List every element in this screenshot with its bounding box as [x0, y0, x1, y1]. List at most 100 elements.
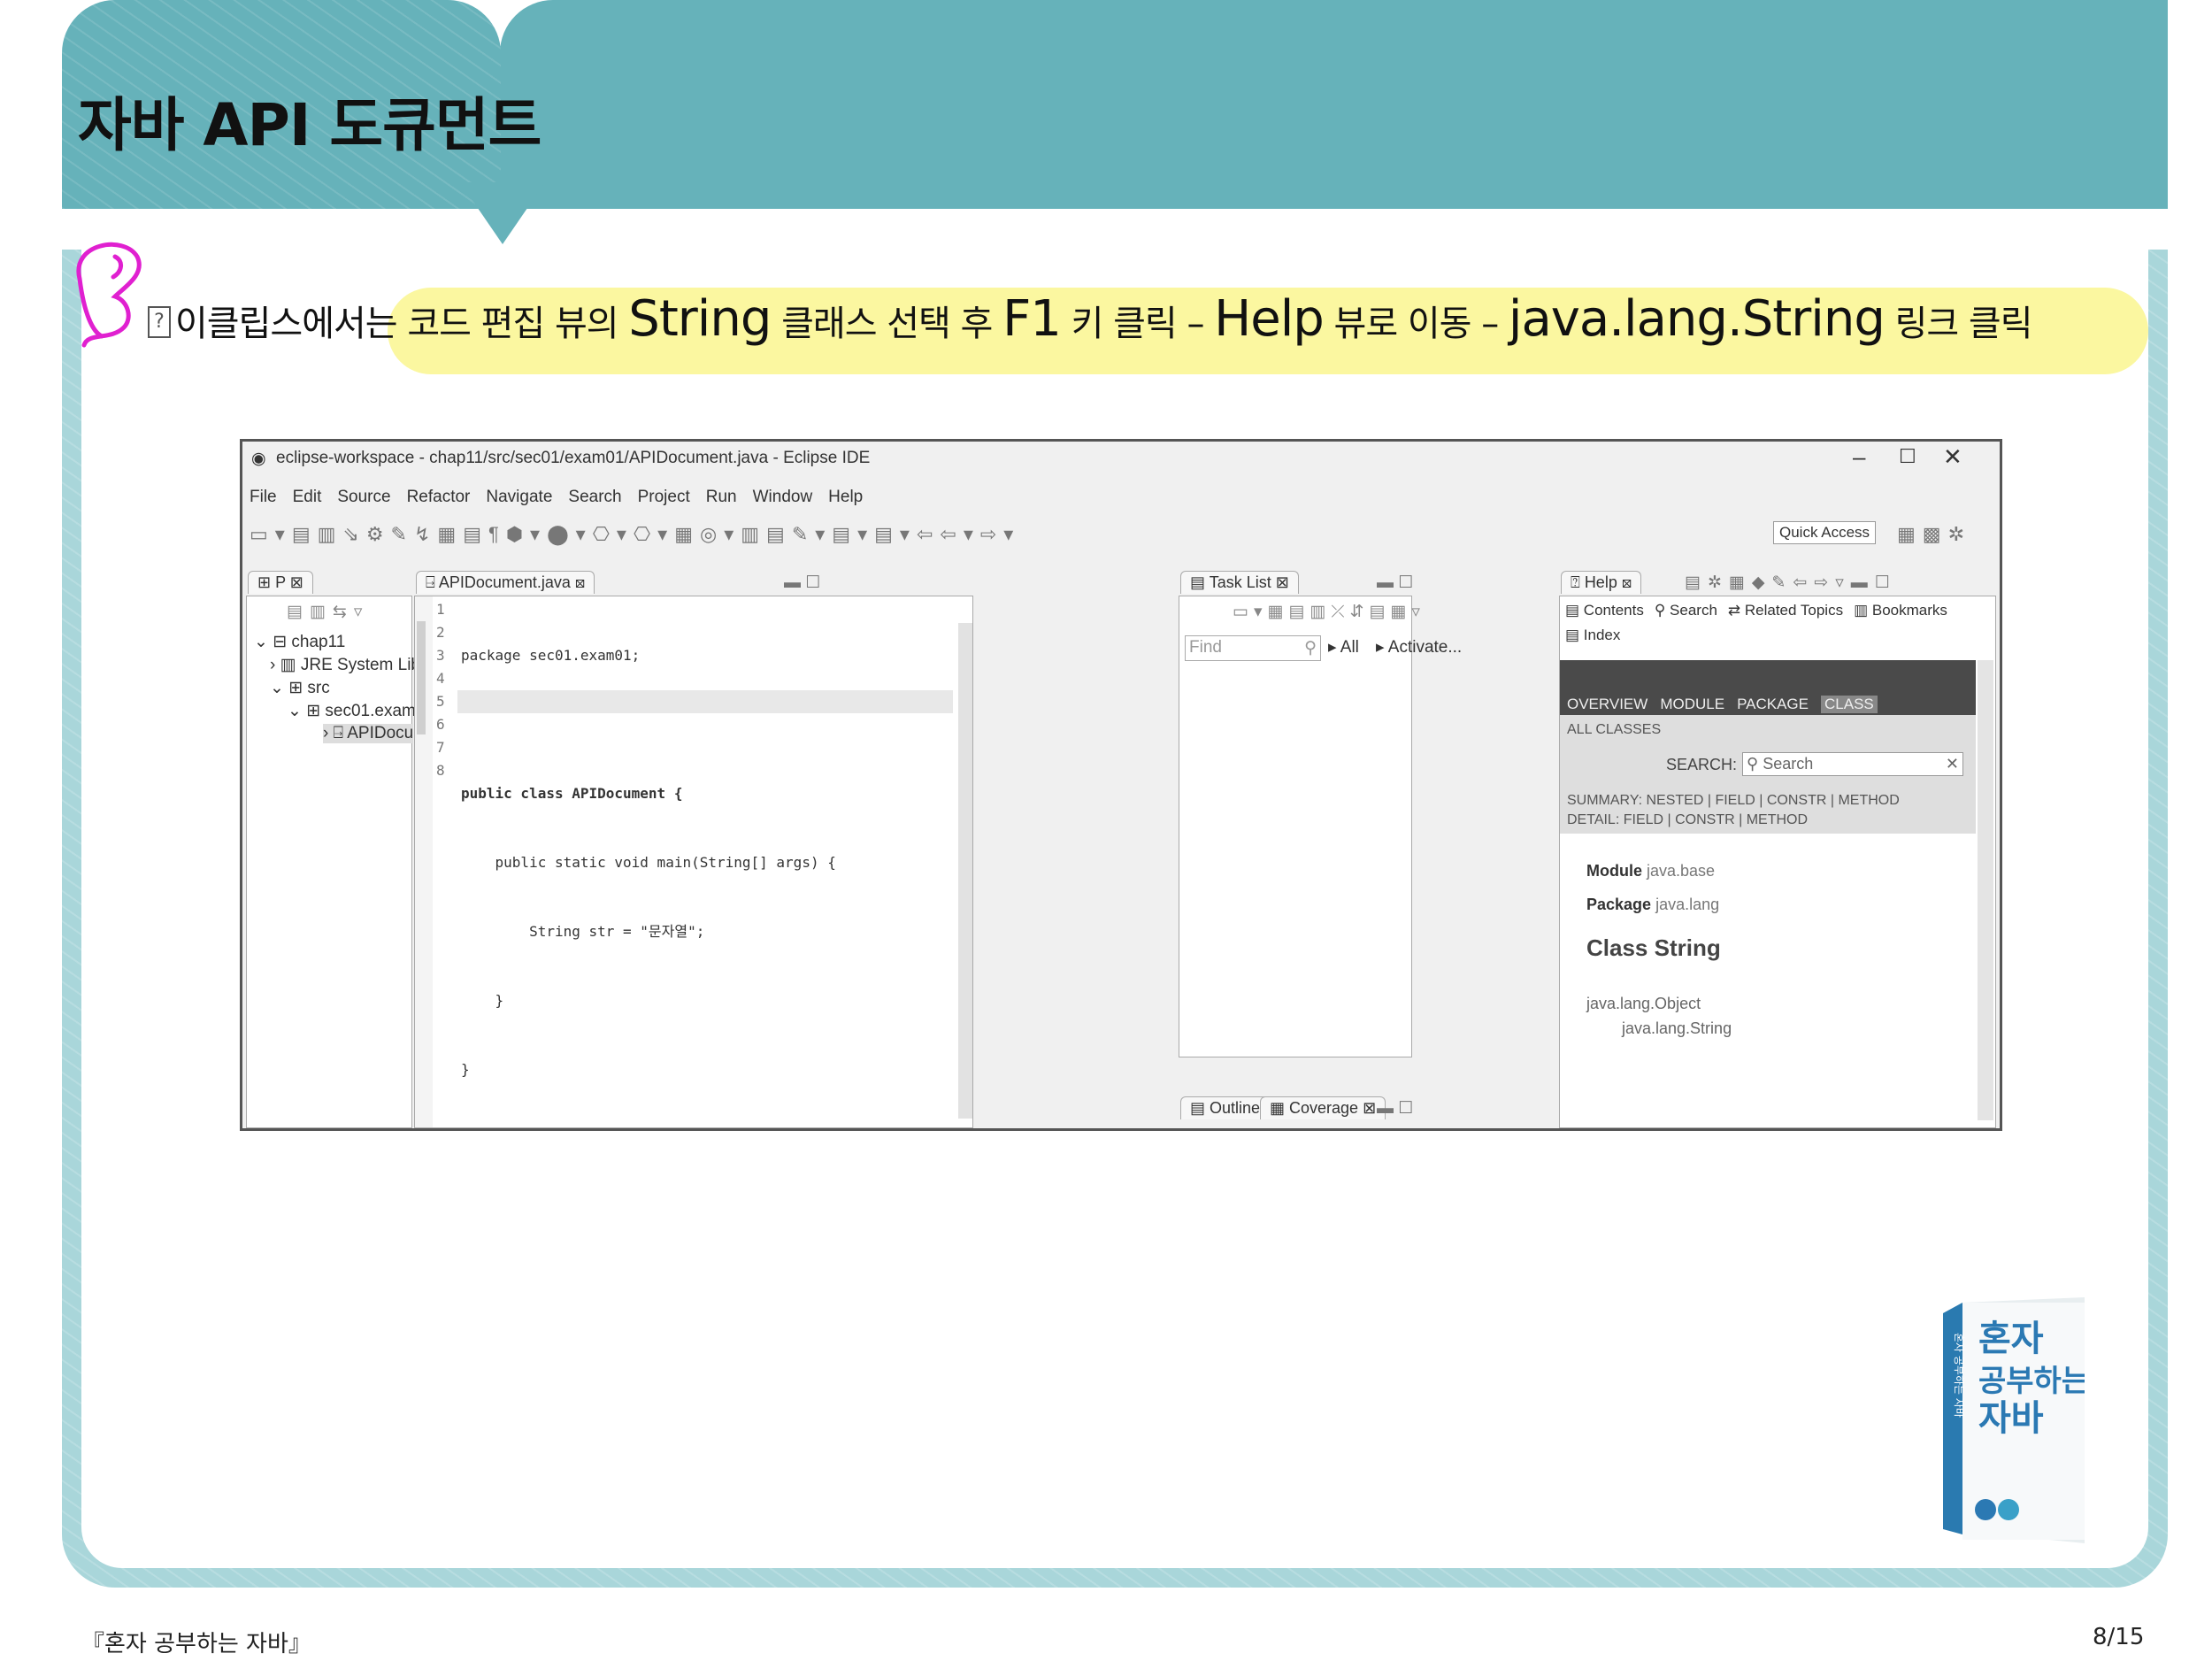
tasklist-activate[interactable]: ▸ Activate...: [1376, 637, 1462, 657]
code-line: }: [461, 1061, 470, 1078]
tab-help[interactable]: ⍰ Help ⊠: [1561, 571, 1642, 594]
code-line: public static void main(String[] args) {: [461, 854, 836, 871]
line-number: 1: [436, 601, 445, 618]
all-classes-link[interactable]: ALL CLASSES: [1567, 722, 1661, 738]
code-line: public class APIDocument {: [461, 785, 683, 802]
page-number: 8/15: [2093, 1624, 2145, 1650]
minimize-button[interactable]: –: [1853, 443, 1865, 471]
instruction-string: String: [628, 290, 772, 348]
tree-item-jre[interactable]: › ▥ JRE System Lib: [270, 655, 420, 675]
tab-editor[interactable]: ⍈ APIDocument.java ⊠: [416, 571, 595, 594]
footer-book-title: 『혼자 공부하는 자바』: [81, 1631, 311, 1657]
menu-run[interactable]: Run: [706, 488, 737, 507]
header-band: [500, 0, 2168, 209]
instruction-text: 이클립스에서는 코드 편집 뷰의 String 클래스 선택 후 F1 키 클릭…: [175, 290, 2033, 348]
tab-package-explorer[interactable]: ⊞ P ⊠: [248, 571, 313, 594]
maximize-button[interactable]: ☐: [1899, 445, 1916, 468]
tasklist-min-max-icons[interactable]: ▬ ☐: [1377, 573, 1413, 593]
quick-access-input[interactable]: Quick Access: [1773, 521, 1877, 544]
module-line: Module java.base: [1586, 862, 1716, 880]
menu-project[interactable]: Project: [638, 488, 690, 507]
line-numbers: 1 2 3 4 5 6 7 8: [436, 598, 445, 782]
help-links: ▤ Contents ⚲ Search ⇄ Related Topics ▥ B…: [1565, 602, 1947, 619]
nav-module[interactable]: MODULE: [1660, 696, 1724, 713]
nav-overview[interactable]: OVERVIEW: [1567, 696, 1647, 713]
code-line: String str = "문자열";: [461, 923, 705, 940]
search-label: SEARCH:: [1666, 756, 1738, 773]
tab-outline[interactable]: ▤ Outline: [1180, 1096, 1271, 1119]
book-spine-text: 혼자 공부하는 자바: [1953, 1333, 1965, 1418]
instruction-f1: F1: [1002, 290, 1062, 348]
help-toolbar-icons[interactable]: ▤✲▦◆✎⇦⇨▿▬☐: [1685, 573, 1897, 593]
menu-bar: File Edit Source Refactor Navigate Searc…: [250, 488, 863, 507]
summary-links[interactable]: SUMMARY: NESTED | FIELD | CONSTR | METHO…: [1567, 793, 1900, 809]
menu-edit[interactable]: Edit: [293, 488, 322, 507]
javadoc-search-input[interactable]: ⚲ Search ✕: [1742, 752, 1963, 776]
menu-source[interactable]: Source: [337, 488, 390, 507]
hierarchy-parent[interactable]: java.lang.Object: [1586, 995, 1701, 1013]
task-list-pane: ▭▾▦▤▥⤫⇵▤▦▿ Find ⚲ ▸ All ▸ Activate...: [1179, 596, 1462, 1057]
help-bookmarks-link[interactable]: ▥ Bookmarks: [1854, 602, 1947, 619]
help-pane: ▤ Contents ⚲ Search ⇄ Related Topics ▥ B…: [1559, 596, 1996, 1128]
tab-coverage[interactable]: ▦ Coverage ⊠: [1260, 1096, 1386, 1119]
menu-refactor[interactable]: Refactor: [407, 488, 471, 507]
line-number: 2: [436, 624, 445, 641]
help-index-link[interactable]: ▤ Index: [1565, 627, 1620, 644]
help-related-link[interactable]: ⇄ Related Topics: [1728, 602, 1843, 619]
explorer-toolbar-icons[interactable]: ▤▥⇆▿: [287, 602, 369, 622]
line-number: 8: [436, 762, 445, 779]
package-explorer-pane: ▤▥⇆▿ ⌄ ⊟ chap11 › ▥ JRE System Lib ⌄ ⊞ s…: [246, 596, 420, 1128]
editor-scrollbar[interactable]: [958, 623, 972, 1119]
toolbar-icons[interactable]: ▭▾▤▥⇘⚙✎↯▦▤¶⬢▾⬤▾⎔▾⎔▾▦◎▾▥▤✎▾▤▾▤▾⇦⇦▾⇨▾: [250, 523, 1020, 546]
tree-item-file[interactable]: › ⍈ APIDocu: [323, 724, 414, 743]
detail-links[interactable]: DETAIL: FIELD | CONSTR | METHOD: [1567, 812, 1808, 828]
tasklist-toolbar-icons[interactable]: ▭▾▦▤▥⤫⇵▤▦▿: [1233, 602, 1425, 622]
book-cover-image: 혼자 공부하는 자바 혼자 공부하는 자바: [1943, 1297, 2085, 1543]
line-number: 6: [436, 716, 445, 733]
window-title: eclipse-workspace - chap11/src/sec01/exa…: [276, 449, 871, 467]
help-search-link[interactable]: ⚲ Search: [1655, 602, 1717, 619]
title-tab-notch: [460, 182, 545, 244]
outline-min-max-icons[interactable]: ▬ ☐: [1377, 1098, 1413, 1119]
javadoc-nav-links: OVERVIEW MODULE PACKAGE CLASS: [1567, 696, 1878, 713]
code-line: }: [461, 992, 504, 1009]
class-title: Class String: [1586, 934, 1721, 961]
slide-title: 자바 API 도큐먼트: [78, 91, 541, 159]
help-contents-link[interactable]: ▤ Contents: [1565, 602, 1644, 619]
clear-search-icon[interactable]: ✕: [1946, 755, 1959, 773]
instruction-link: java.lang.String: [1508, 290, 1886, 348]
help-scrollbar[interactable]: [1978, 660, 1993, 1120]
tab-task-list[interactable]: ▤ Task List ⊠: [1180, 571, 1299, 594]
perspective-icons[interactable]: ▦▩✲: [1897, 523, 1971, 546]
editor-change-ruler: [417, 621, 426, 734]
instruction-part: 클래스 선택 후: [771, 304, 1003, 344]
instruction-part: 키 클릭 –: [1060, 304, 1215, 344]
book-title-2: 공부하는: [1978, 1364, 2085, 1399]
code-editor-pane[interactable]: 1 2 3 4 5 6 7 8 package sec01.exam01; pu…: [414, 596, 973, 1128]
line-number: 3: [436, 647, 445, 664]
menu-window[interactable]: Window: [753, 488, 813, 507]
nav-package[interactable]: PACKAGE: [1737, 696, 1809, 713]
tasklist-filter-all[interactable]: ▸ All: [1328, 637, 1359, 657]
find-input[interactable]: Find ⚲: [1185, 635, 1321, 661]
tree-item-project[interactable]: ⌄ ⊟ chap11: [254, 632, 345, 652]
hierarchy-child: java.lang.String: [1622, 1019, 1732, 1037]
line-number: 5: [436, 693, 445, 710]
tree-item-src[interactable]: ⌄ ⊞ src: [270, 678, 330, 698]
close-button[interactable]: ✕: [1943, 443, 1962, 471]
menu-file[interactable]: File: [250, 488, 277, 507]
menu-help[interactable]: Help: [828, 488, 863, 507]
line-number: 7: [436, 739, 445, 756]
handwritten-question-mark-icon: [76, 242, 142, 348]
eclipse-logo-icon: ◉: [251, 450, 266, 468]
editor-min-max-icons[interactable]: ▬ ☐: [784, 573, 820, 593]
nav-class[interactable]: CLASS: [1821, 696, 1878, 713]
tree-item-package[interactable]: ⌄ ⊞ sec01.exam: [288, 701, 416, 721]
missing-glyph-icon: ?: [148, 306, 171, 338]
line-number: 4: [436, 670, 445, 687]
menu-search[interactable]: Search: [568, 488, 621, 507]
instruction-part: 이클립스에서는 코드 편집 뷰의: [175, 304, 629, 344]
menu-navigate[interactable]: Navigate: [486, 488, 552, 507]
book-title-3: 자바: [1978, 1398, 2044, 1439]
